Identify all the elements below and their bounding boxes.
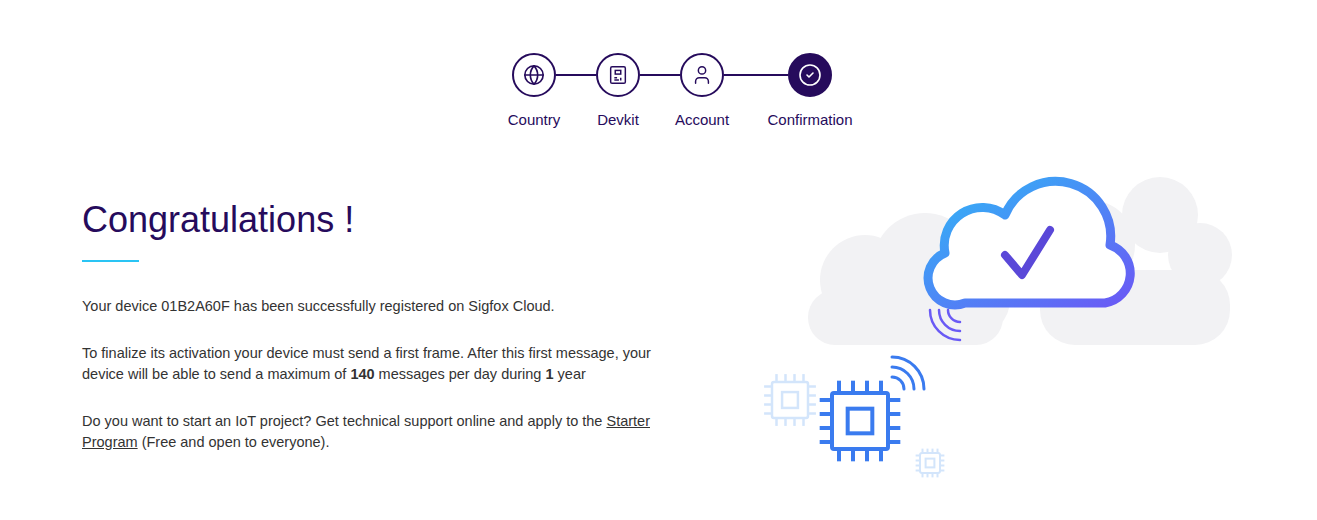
faded-chip-icon [916, 449, 945, 478]
chip-icon [820, 381, 901, 462]
text: year [554, 366, 586, 382]
cloud-icon [928, 181, 1130, 305]
cloud-illustration [760, 175, 1240, 485]
globe-icon [523, 64, 545, 86]
bold-text: 1 [545, 366, 553, 382]
step-connector [556, 74, 596, 76]
text: messages per day during [375, 366, 546, 382]
step: Devkit [596, 53, 640, 129]
devkit-icon [607, 64, 629, 86]
content: Congratulations ! Your device 01B2A60F ha… [0, 175, 1317, 485]
text: Do you want to start an IoT project? Get… [82, 413, 606, 429]
faded-chip-icon [764, 374, 816, 426]
signal-icon [930, 310, 960, 340]
paragraph: To finalize its activation your device m… [82, 343, 682, 385]
step-circle [788, 53, 832, 97]
bold-text: 140 [350, 366, 374, 382]
step: Confirmation [788, 53, 832, 129]
step-label: Devkit [597, 111, 639, 129]
user-icon [691, 64, 713, 86]
step-connector [724, 74, 788, 76]
step: Country [512, 53, 556, 129]
step-label: Account [675, 111, 729, 129]
stepper: Country Devkit Account Confirmation [27, 0, 1317, 129]
paragraph: Do you want to start an IoT project? Get… [82, 411, 682, 453]
checkmark-icon [1005, 230, 1050, 275]
text: Your device 01B2A60F has been successful… [82, 298, 555, 314]
heading: Congratulations ! [82, 198, 682, 242]
step-label: Confirmation [767, 111, 852, 129]
step-connector [640, 74, 680, 76]
signal-icon [892, 357, 924, 389]
confirmation-page: Country Devkit Account Confirmation Congratu… [0, 0, 1317, 520]
step-circle [512, 53, 556, 97]
paragraph: Your device 01B2A60F has been successful… [82, 296, 682, 317]
step: Account [680, 53, 724, 129]
text: (Free and open to everyone). [138, 434, 330, 450]
message-column: Congratulations ! Your device 01B2A60F ha… [82, 175, 682, 479]
step-label: Country [508, 111, 561, 129]
heading-underline [82, 260, 139, 262]
step-circle [596, 53, 640, 97]
check-icon [798, 63, 822, 87]
step-circle [680, 53, 724, 97]
